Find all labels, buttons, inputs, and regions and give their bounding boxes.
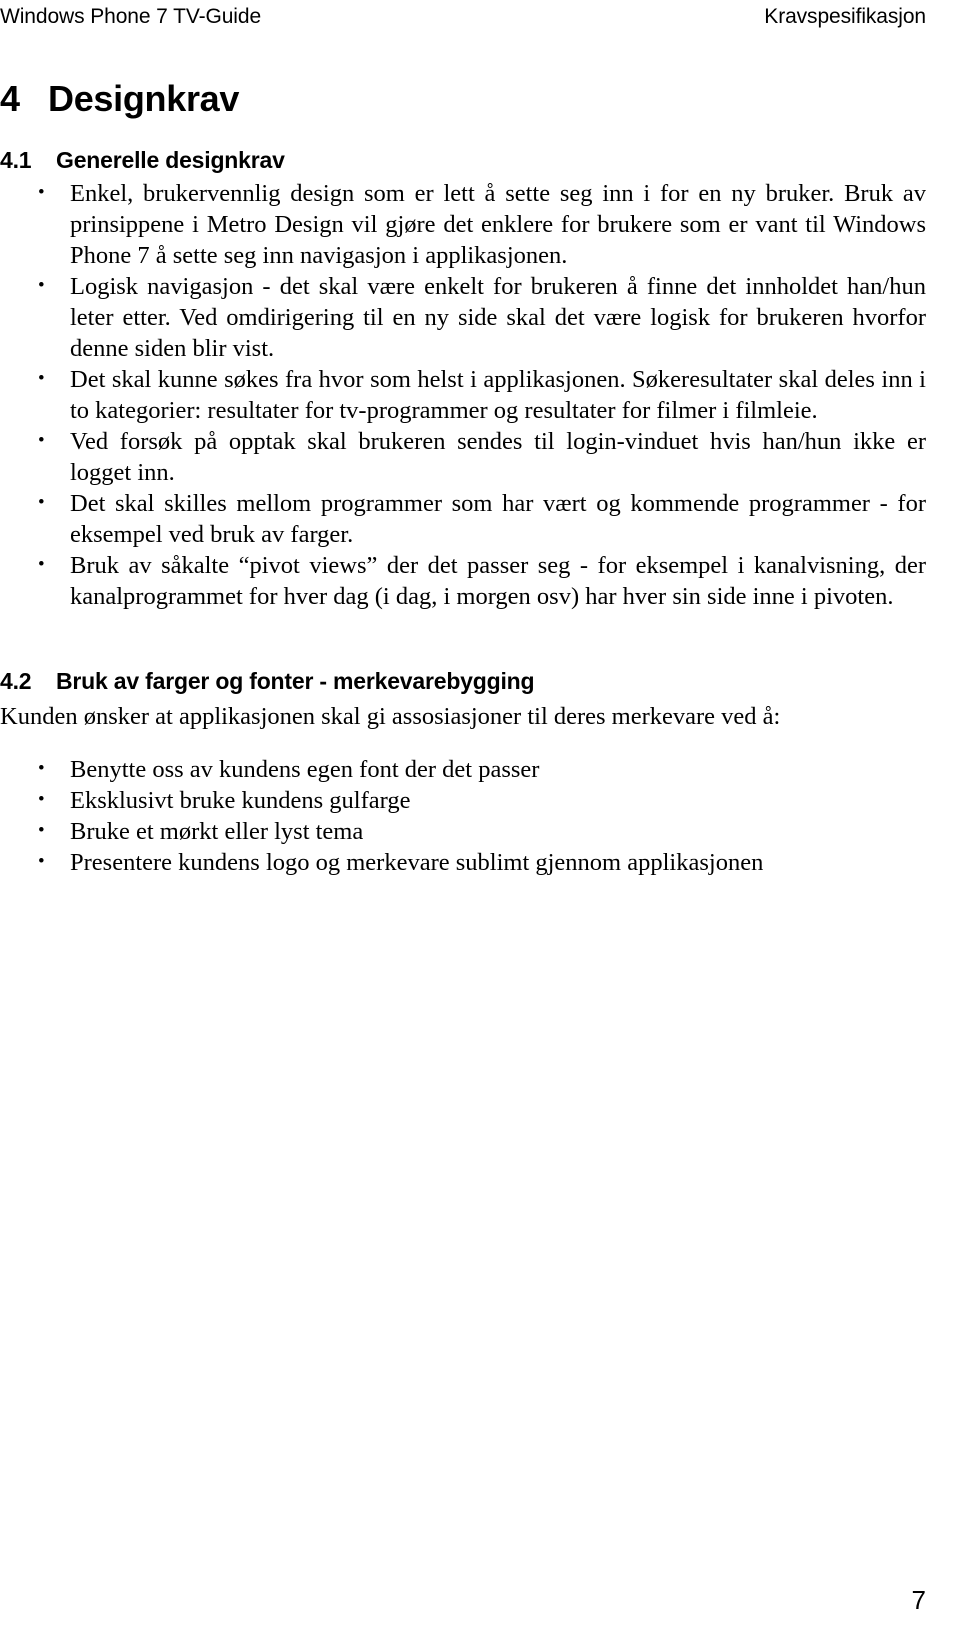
list-item-text: Logisk navigasjon - det skal være enkelt…: [70, 273, 926, 362]
list-item: Ved forsøk på opptak skal brukeren sende…: [0, 425, 926, 488]
header-document-title: Windows Phone 7 TV-Guide: [0, 5, 262, 28]
chapter-title: Designkrav: [48, 78, 240, 119]
list-item: Bruk av såkalte “pivot views” der det pa…: [0, 549, 926, 612]
list-item: Eksklusivt bruke kundens gulfarge: [0, 784, 926, 816]
list-item: Presentere kundens logo og merkevare sub…: [0, 846, 926, 878]
section-number-4-1: 4.1: [0, 147, 32, 173]
header-document-type: Kravspesifikasjon: [764, 5, 926, 28]
running-header: Windows Phone 7 TV-Guide Kravspesifikasj…: [0, 0, 926, 30]
section-4-2-bullet-list: Benytte oss av kundens egen font der det…: [0, 753, 926, 878]
list-item: Bruke et mørkt eller lyst tema: [0, 815, 926, 847]
section-heading-4-2: 4.2 Bruk av farger og fonter - merkevare…: [0, 667, 926, 695]
list-item-text: Eksklusivt bruke kundens gulfarge: [70, 787, 411, 814]
section-4-1-bullet-list: Enkel, brukervennlig design som er lett …: [0, 177, 926, 612]
list-item-text: Presentere kundens logo og merkevare sub…: [70, 849, 764, 876]
list-item-text: Ved forsøk på opptak skal brukeren sende…: [70, 428, 926, 486]
document-page: Windows Phone 7 TV-Guide Kravspesifikasj…: [0, 0, 960, 1627]
list-item: Enkel, brukervennlig design som er lett …: [0, 177, 926, 271]
chapter-heading: 4 Designkrav: [0, 78, 926, 120]
list-item-text: Det skal kunne søkes fra hvor som helst …: [70, 366, 926, 424]
list-item: Det skal skilles mellom programmer som h…: [0, 487, 926, 550]
list-item-text: Benytte oss av kundens egen font der det…: [70, 756, 540, 783]
page-number: 7: [911, 1585, 926, 1615]
section-title-4-2: Bruk av farger og fonter - merkevarebygg…: [56, 668, 535, 694]
list-item: Det skal kunne søkes fra hvor som helst …: [0, 363, 926, 426]
section-title-4-1: Generelle designkrav: [56, 147, 285, 173]
section-number-4-2: 4.2: [0, 668, 32, 694]
chapter-number: 4: [0, 78, 20, 119]
section-heading-4-1: 4.1 Generelle designkrav: [0, 146, 926, 174]
list-item-text: Det skal skilles mellom programmer som h…: [70, 490, 926, 548]
list-item-text: Bruk av såkalte “pivot views” der det pa…: [70, 552, 926, 610]
list-item-text: Enkel, brukervennlig design som er lett …: [70, 180, 926, 269]
section-4-2-intro-paragraph: Kunden ønsker at applikasjonen skal gi a…: [0, 703, 781, 730]
list-item: Logisk navigasjon - det skal være enkelt…: [0, 270, 926, 364]
list-item-text: Bruke et mørkt eller lyst tema: [70, 818, 364, 845]
list-item: Benytte oss av kundens egen font der det…: [0, 753, 926, 785]
